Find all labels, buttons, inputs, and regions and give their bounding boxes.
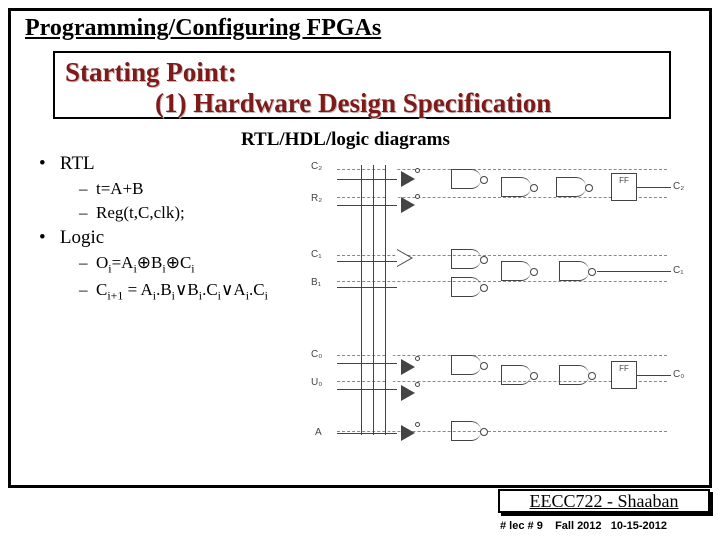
bullet-list: • RTL – t=A+B – Reg(t,C,clk); • Logic – … bbox=[39, 153, 309, 308]
inverter-icon bbox=[401, 425, 415, 441]
nand-gate-icon bbox=[501, 365, 531, 385]
nand-gate-icon bbox=[451, 355, 481, 375]
bullet-logic: • Logic bbox=[39, 227, 309, 249]
nand-gate-icon bbox=[559, 365, 589, 385]
nand-gate-icon bbox=[451, 249, 481, 269]
bullet-rtl-sub2-text: Reg(t,C,clk); bbox=[96, 203, 185, 222]
nand-gate-icon bbox=[556, 177, 586, 197]
title-line-1: Starting Point: bbox=[65, 57, 659, 88]
inverter-icon bbox=[401, 385, 415, 401]
diagram-label-a: A bbox=[315, 427, 322, 438]
bullet-logic-sub1-text: Oi=Ai⊕Bi⊕Ci bbox=[96, 253, 195, 272]
diagram-label-out-top: C₂ bbox=[673, 181, 684, 192]
nand-gate-icon bbox=[501, 261, 531, 281]
bullet-rtl: • RTL bbox=[39, 153, 309, 175]
footer-box: EECC722 - Shaaban bbox=[498, 489, 710, 513]
bullet-rtl-sub1-text: t=A+B bbox=[96, 179, 144, 198]
title-line-2: (1) Hardware Design Specification bbox=[65, 88, 659, 119]
flipflop-box: FF bbox=[611, 361, 637, 389]
diagram-label-u0: U₀ bbox=[311, 377, 322, 388]
subfooter: # lec # 9 Fall 2012 10-15-2012 bbox=[500, 520, 710, 532]
nand-gate-icon bbox=[451, 277, 481, 297]
bullet-logic-sub2-text: Ci+1 = Ai.Bi∨Bi.Ci∨Ai.Ci bbox=[96, 280, 268, 299]
bullet-rtl-label: RTL bbox=[60, 153, 95, 174]
inverter-icon bbox=[401, 171, 415, 187]
flipflop-box: FF bbox=[611, 173, 637, 201]
bullet-logic-label: Logic bbox=[60, 227, 104, 248]
inverter-icon bbox=[401, 359, 415, 375]
title-box: Starting Point: (1) Hardware Design Spec… bbox=[53, 51, 671, 119]
nand-gate-icon bbox=[451, 421, 481, 441]
bullet-rtl-sub1: – t=A+B bbox=[39, 179, 309, 199]
bullet-rtl-sub2: – Reg(t,C,clk); bbox=[39, 203, 309, 223]
bullet-logic-sub2: – Ci+1 = Ai.Bi∨Bi.Ci∨Ai.Ci bbox=[39, 280, 309, 303]
diagram-label-b1: B₁ bbox=[311, 277, 321, 288]
subfooter-date: 10-15-2012 bbox=[611, 520, 667, 532]
subfooter-term: Fall 2012 bbox=[555, 520, 601, 532]
diagram-label-out-bot: C₀ bbox=[673, 369, 684, 380]
inverter-icon bbox=[401, 197, 415, 213]
bullet-logic-sub1: – Oi=Ai⊕Bi⊕Ci bbox=[39, 253, 309, 276]
diagram-label-c2: C₂ bbox=[311, 161, 322, 172]
diagram-label-c1: C₁ bbox=[311, 249, 322, 260]
nand-gate-icon bbox=[451, 169, 481, 189]
diagram-label-out-mid: C₁ bbox=[673, 265, 684, 276]
subheading: RTL/HDL/logic diagrams bbox=[241, 129, 450, 151]
nand-gate-icon bbox=[501, 177, 531, 197]
logic-diagram: FF FF C₂ R₂ C₁ B₁ C₀ U₀ bbox=[301, 149, 691, 479]
subfooter-lec: # lec # 9 bbox=[500, 520, 543, 532]
footer-course: EECC722 - Shaaban bbox=[530, 491, 679, 511]
diagram-label-c0: C₀ bbox=[311, 349, 322, 360]
diagram-label-r2: R₂ bbox=[311, 193, 322, 204]
slide-frame: Programming/Configuring FPGAs Starting P… bbox=[8, 8, 712, 488]
nand-gate-icon bbox=[559, 261, 589, 281]
slide-header: Programming/Configuring FPGAs bbox=[25, 15, 381, 42]
buffer-icon bbox=[397, 249, 413, 267]
